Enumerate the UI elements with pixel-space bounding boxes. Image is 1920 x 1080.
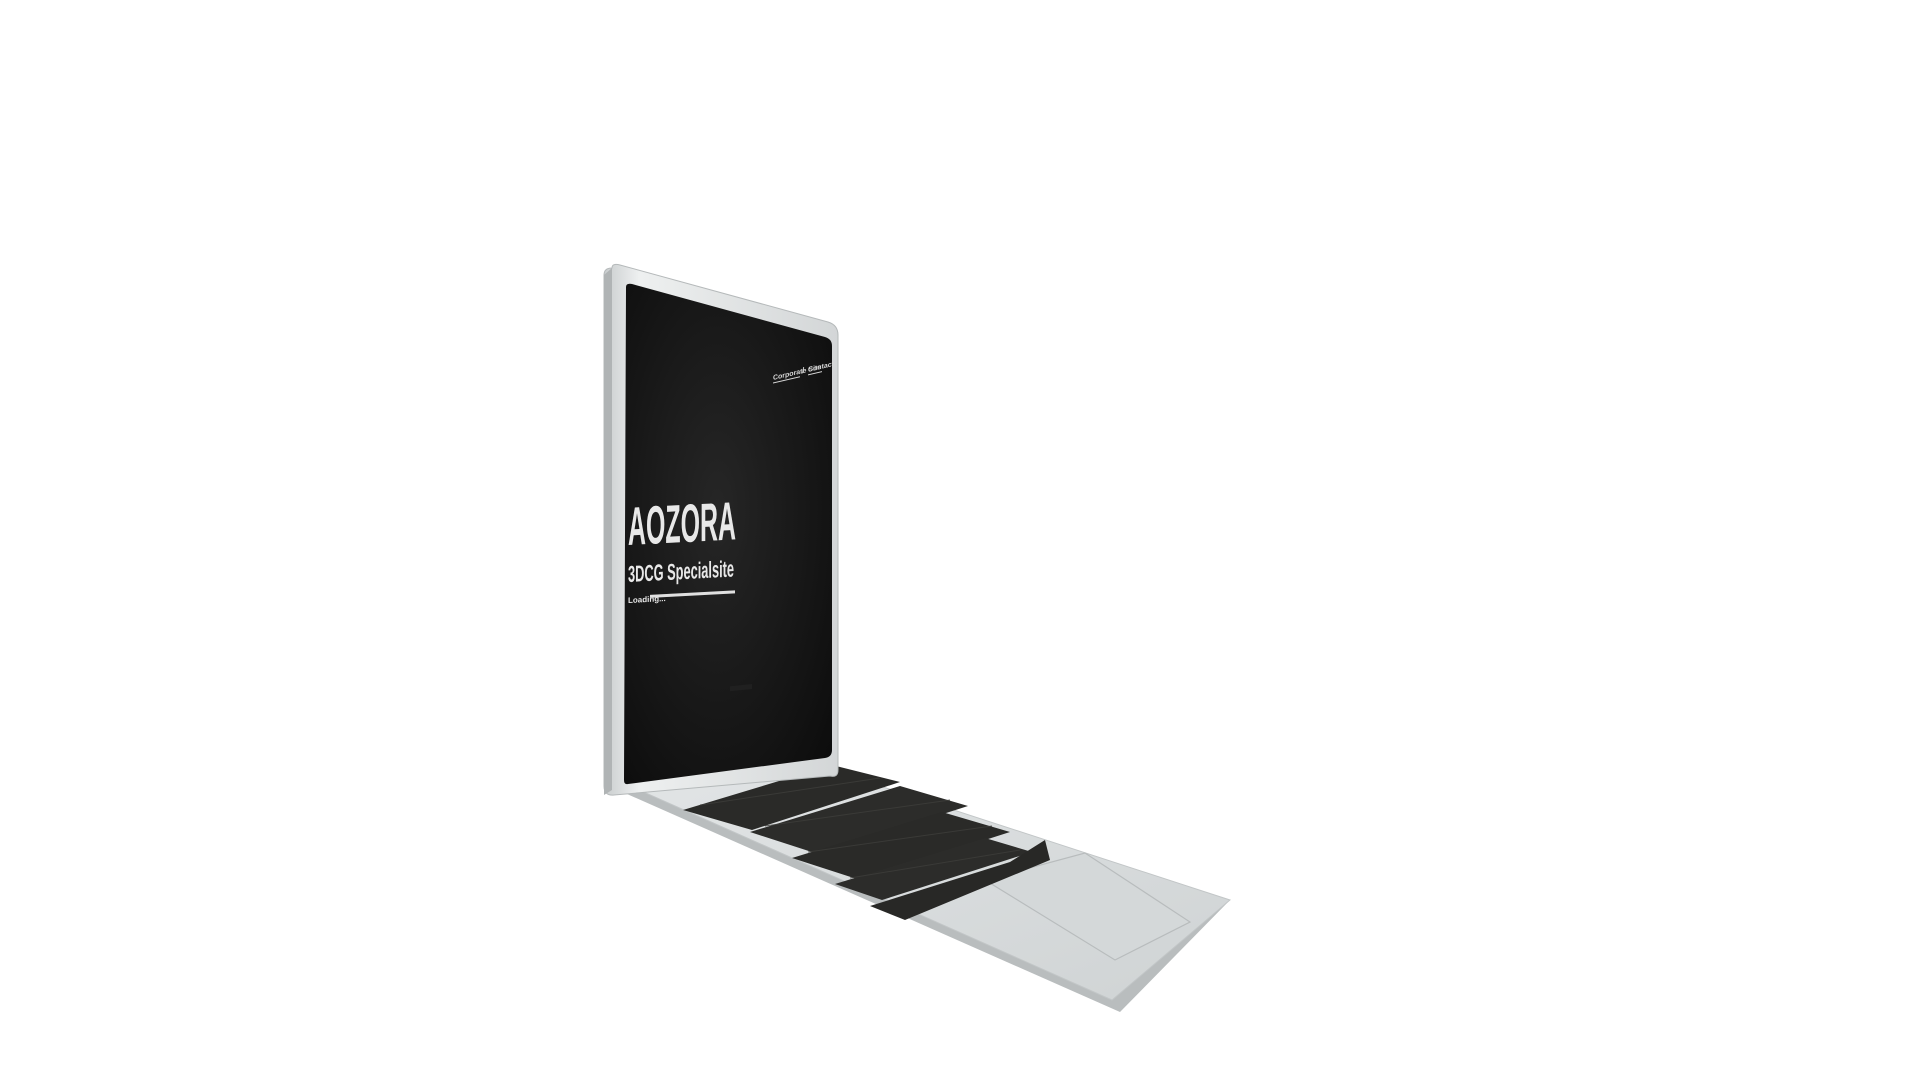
page-canvas: Corporate Site / Contact AOZORA 3DCG Spe… [0, 0, 1920, 1080]
brand-title: AOZORA [628, 491, 736, 557]
lid-side-edge [604, 268, 612, 795]
brand-subtitle: 3DCG Specialsite [628, 555, 734, 587]
laptop-illustration: Corporate Site / Contact AOZORA 3DCG Spe… [603, 263, 1232, 1012]
